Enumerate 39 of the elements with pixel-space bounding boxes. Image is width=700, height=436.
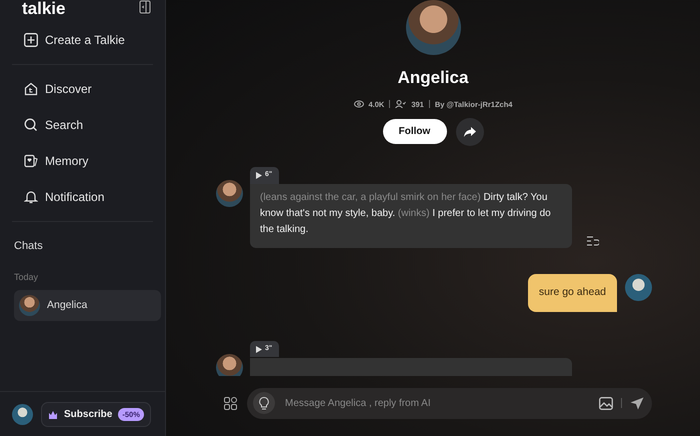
- regenerate-icon[interactable]: [587, 236, 599, 246]
- crown-icon: [48, 410, 58, 420]
- home-icon: [24, 82, 38, 96]
- send-icon[interactable]: [630, 396, 644, 410]
- nav-item[interactable]: Search: [0, 107, 165, 143]
- message-composer[interactable]: Message Angelica , reply from AI: [247, 388, 652, 418]
- memory-icon: [24, 154, 38, 168]
- create-talkie-button[interactable]: Create a Talkie: [0, 22, 165, 58]
- character-name: Angelica: [398, 67, 468, 89]
- avatar-placeholder: [19, 295, 40, 316]
- collapse-sidebar-icon[interactable]: [139, 0, 151, 14]
- nav-item[interactable]: Notification: [0, 179, 165, 215]
- message-input-field[interactable]: Message Angelica , reply from AI: [283, 394, 591, 412]
- play-icon: [256, 346, 262, 352]
- nav-item[interactable]: Memory: [0, 143, 165, 179]
- message-bubble: sure go ahead: [528, 274, 617, 312]
- share-button[interactable]: [456, 118, 484, 146]
- user-avatar: [625, 274, 652, 301]
- search-icon: [24, 118, 38, 132]
- message-bubble: (leans against the car, a playful smirk on her face) Dirty talk? You know that's not my style, baby. (winks) I prefer to let my driving do the talking.: [250, 184, 572, 248]
- image-icon[interactable]: [599, 396, 613, 410]
- eye-icon: [354, 100, 364, 108]
- plus-square-icon: [24, 33, 38, 47]
- chat-list-item[interactable]: Angelica: [14, 290, 161, 321]
- avatar-placeholder: [216, 180, 243, 207]
- user-check-icon: [395, 100, 406, 108]
- logo[interactable]: talkie: [22, 0, 66, 17]
- apps-grid-icon[interactable]: [224, 396, 237, 410]
- user-avatar[interactable]: [12, 404, 33, 425]
- group-label: Today: [13, 270, 40, 284]
- follow-button[interactable]: Follow: [382, 119, 446, 144]
- bulb-button[interactable]: [253, 392, 275, 414]
- nav-item[interactable]: Discover: [0, 71, 165, 107]
- avatar-placeholder: [216, 354, 243, 376]
- bulb-icon: [259, 396, 269, 410]
- chats-heading: Chats: [13, 239, 44, 254]
- share-icon: [464, 126, 476, 137]
- play-icon: [256, 172, 262, 179]
- notification-icon: [24, 190, 38, 204]
